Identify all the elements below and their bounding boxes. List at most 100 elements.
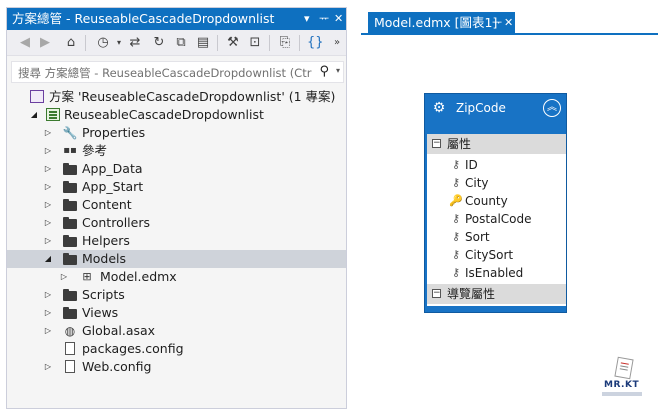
- search-icon[interactable]: ⚲: [319, 64, 329, 79]
- entity-name: ZipCode: [456, 101, 506, 115]
- property-icon: ⚷: [451, 230, 461, 243]
- entity-header[interactable]: ⚙ ZipCode ︽: [425, 94, 566, 134]
- nest-files-icon[interactable]: ⎘: [277, 35, 293, 51]
- tree-node-label: Content: [82, 197, 132, 212]
- navigation-section-header[interactable]: − 導覽屬性: [427, 284, 566, 304]
- forward-icon[interactable]: ▶: [37, 35, 53, 51]
- search-options-icon[interactable]: ▾: [336, 66, 340, 75]
- tree-node-label: 方案 'ReuseableCascadeDropdownlist' (1 專案): [49, 89, 336, 104]
- tree-node-model-edmx[interactable]: ▷ ⊞ Model.edmx: [7, 268, 346, 286]
- property-name: County: [465, 194, 508, 208]
- collapsed-arrow-icon[interactable]: ▷: [43, 214, 53, 232]
- entity-icon: ⚙: [432, 100, 446, 116]
- code-view-icon[interactable]: {}: [307, 35, 324, 51]
- property-row[interactable]: ⚷ PostalCode: [427, 210, 566, 228]
- references-icon: ▪▪: [63, 145, 77, 156]
- panel-close-icon[interactable]: ✕: [334, 8, 343, 30]
- collapsed-arrow-icon[interactable]: ▷: [43, 142, 53, 160]
- collapsed-arrow-icon[interactable]: ▷: [59, 268, 69, 286]
- tree-node-controllers[interactable]: ▷ Controllers: [7, 214, 346, 232]
- history-icon[interactable]: ◷: [95, 35, 111, 51]
- tree-node-packages-config[interactable]: packages.config: [7, 340, 346, 358]
- property-name: ID: [465, 158, 478, 172]
- show-all-files-icon[interactable]: ▤: [195, 35, 211, 51]
- tree-node-label: Scripts: [82, 287, 125, 302]
- expanded-arrow-icon[interactable]: ◢: [43, 250, 53, 268]
- property-row[interactable]: 🔑 County: [427, 192, 566, 210]
- property-row[interactable]: ⚷ IsEnabled: [427, 264, 566, 282]
- tree-node-label: Web.config: [82, 359, 152, 374]
- folder-open-icon: [62, 251, 78, 267]
- tree-node-project[interactable]: ◢ ReuseableCascadeDropdownlist: [7, 106, 346, 124]
- tree-node-label: 參考: [82, 143, 108, 158]
- section-title: 屬性: [447, 137, 472, 151]
- folder-icon: [62, 215, 78, 231]
- refresh-icon[interactable]: ↻: [151, 35, 167, 51]
- solution-explorer-search[interactable]: 搜尋 方案總管 - ReuseableCascadeDropdownlist (…: [11, 61, 344, 83]
- tree-node-label: packages.config: [82, 341, 184, 356]
- collapsed-arrow-icon[interactable]: ▷: [43, 124, 53, 142]
- property-row[interactable]: ⚷ CitySort: [427, 246, 566, 264]
- collapsed-arrow-icon[interactable]: ▷: [43, 286, 53, 304]
- tree-node-solution[interactable]: 方案 'ReuseableCascadeDropdownlist' (1 專案): [7, 88, 346, 106]
- panel-dropdown-icon[interactable]: ▾: [304, 8, 310, 30]
- tree-node-helpers[interactable]: ▷ Helpers: [7, 232, 346, 250]
- property-row[interactable]: ⚷ ID: [427, 156, 566, 174]
- properties-icon[interactable]: ⚒: [225, 35, 241, 51]
- toolbar-overflow-icon[interactable]: »: [329, 35, 345, 51]
- collapsed-arrow-icon[interactable]: ▷: [43, 196, 53, 214]
- tab-label: Model.edmx [圖表1]: [374, 15, 498, 30]
- collapsed-arrow-icon[interactable]: ▷: [43, 160, 53, 178]
- tree-node-app-start[interactable]: ▷ App_Start: [7, 178, 346, 196]
- tree-node-global-asax[interactable]: ▷ ◍ Global.asax: [7, 322, 346, 340]
- history-dropdown-icon[interactable]: ▾: [111, 35, 127, 51]
- tree-node-web-config[interactable]: ▷ Web.config: [7, 358, 346, 376]
- wrench-icon: 🔧: [62, 126, 78, 140]
- tree-node-scripts[interactable]: ▷ Scripts: [7, 286, 346, 304]
- section-title: 導覽屬性: [447, 287, 496, 301]
- collapse-section-icon[interactable]: −: [432, 139, 441, 148]
- solution-explorer-panel: 方案總管 - ReuseableCascadeDropdownlist ▾ ᅲ …: [6, 7, 347, 409]
- collapse-entity-icon[interactable]: ︽: [543, 99, 561, 117]
- back-icon[interactable]: ◀: [17, 35, 33, 51]
- tree-node-references[interactable]: ▷ ▪▪ 參考: [7, 142, 346, 160]
- property-icon: ⚷: [451, 176, 461, 189]
- tree-node-models[interactable]: ◢ Models: [7, 250, 346, 268]
- collapsed-arrow-icon[interactable]: ▷: [43, 358, 53, 376]
- property-row[interactable]: ⚷ Sort: [427, 228, 566, 246]
- property-row[interactable]: ⚷ City: [427, 174, 566, 192]
- home-icon[interactable]: ⌂: [63, 35, 79, 51]
- solution-explorer-title-bar: 方案總管 - ReuseableCascadeDropdownlist ▾ ᅲ …: [7, 8, 346, 30]
- collapsed-arrow-icon[interactable]: ▷: [43, 178, 53, 196]
- web-project-icon: [45, 107, 61, 123]
- config-file-icon: [62, 341, 78, 357]
- tree-node-properties[interactable]: ▷ 🔧 Properties: [7, 124, 346, 142]
- config-file-icon: [62, 359, 78, 375]
- folder-icon: [62, 161, 78, 177]
- expanded-arrow-icon[interactable]: ◢: [29, 106, 39, 124]
- tab-model-edmx[interactable]: Model.edmx [圖表1] ᅲ ✕: [368, 12, 515, 33]
- panel-pin-icon[interactable]: ᅲ: [319, 8, 329, 30]
- property-name: IsEnabled: [465, 266, 524, 280]
- property-name: PostalCode: [465, 212, 532, 226]
- tree-node-label: Helpers: [82, 233, 130, 248]
- preview-icon[interactable]: ⊡: [247, 35, 263, 51]
- collapse-section-icon[interactable]: −: [432, 289, 441, 298]
- tree-node-content[interactable]: ▷ Content: [7, 196, 346, 214]
- tab-pin-icon[interactable]: ᅲ: [492, 12, 502, 33]
- global-asax-icon: ◍: [64, 324, 76, 338]
- properties-section-header[interactable]: − 屬性: [427, 134, 566, 154]
- tab-close-icon[interactable]: ✕: [504, 12, 513, 33]
- search-input[interactable]: 搜尋 方案總管 - ReuseableCascadeDropdownlist (…: [18, 65, 313, 81]
- tree-node-app-data[interactable]: ▷ App_Data: [7, 160, 346, 178]
- collapsed-arrow-icon[interactable]: ▷: [43, 232, 53, 250]
- folder-icon: [62, 287, 78, 303]
- tree-node-views[interactable]: ▷ Views: [7, 304, 346, 322]
- collapse-all-icon[interactable]: ⧉: [173, 35, 189, 51]
- collapsed-arrow-icon[interactable]: ▷: [43, 322, 53, 340]
- entity-zipcode[interactable]: ⚙ ZipCode ︽ − 屬性 ⚷ ID ⚷ City 🔑 County ⚷ …: [424, 93, 567, 313]
- sync-icon[interactable]: ⇄: [127, 35, 143, 51]
- property-icon: ⚷: [451, 212, 461, 225]
- collapsed-arrow-icon[interactable]: ▷: [43, 304, 53, 322]
- folder-icon: [62, 233, 78, 249]
